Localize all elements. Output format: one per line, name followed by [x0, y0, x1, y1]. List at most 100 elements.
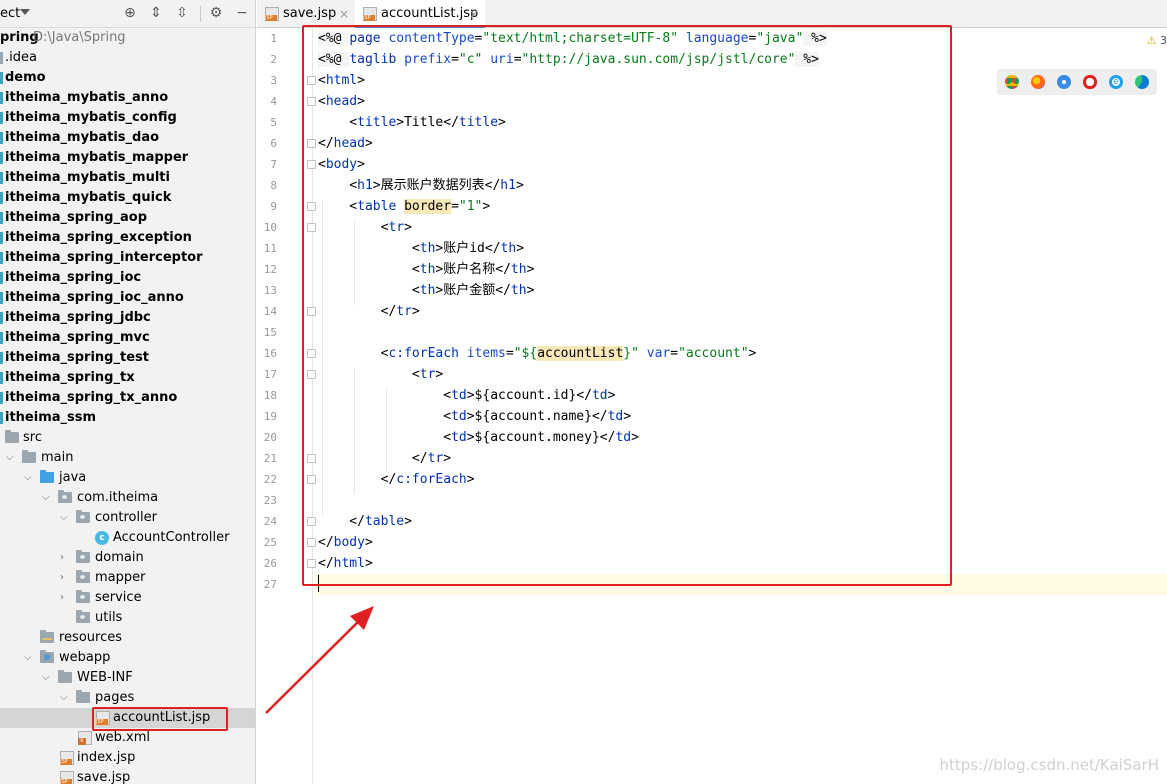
close-icon[interactable]: ×	[469, 0, 479, 28]
line-number: 3	[270, 74, 277, 87]
tree-item-domain[interactable]: › domain	[0, 548, 255, 568]
project-title[interactable]: ect	[0, 6, 20, 21]
line-number: 6	[270, 137, 277, 150]
chevron-right-icon[interactable]: ›	[60, 588, 64, 608]
package-icon	[76, 570, 90, 583]
module-icon	[0, 112, 3, 124]
tree-item-webapp[interactable]: ⌵ webapp	[0, 648, 255, 668]
chevron-down-icon[interactable]	[20, 9, 30, 15]
expand-all-icon[interactable]: ⇕	[148, 5, 164, 21]
ie-icon[interactable]: e	[1109, 75, 1123, 89]
annotation-arrow	[265, 606, 374, 714]
tree-item-controller[interactable]: ⌵ controller	[0, 508, 255, 528]
collapse-all-icon[interactable]: ⇳	[174, 5, 190, 21]
tab-save-jsp[interactable]: save.jsp ×	[257, 0, 355, 28]
tree-item-label: itheima_spring_aop	[5, 210, 147, 225]
tree-item-module[interactable]: itheima_spring_mvc	[0, 328, 255, 348]
project-root[interactable]: pring D:\Java\Spring	[0, 28, 255, 48]
class-icon: c	[95, 531, 109, 545]
line-number: 25	[263, 536, 277, 549]
opera-icon[interactable]	[1083, 75, 1097, 89]
tree-item-pages[interactable]: ⌵ pages	[0, 688, 255, 708]
tree-item-module[interactable]: itheima_mybatis_quick	[0, 188, 255, 208]
tree-item-account-controller[interactable]: c AccountController	[0, 528, 255, 548]
tree-item-module[interactable]: itheima_spring_ioc_anno	[0, 288, 255, 308]
tree-item-save-jsp[interactable]: save.jsp	[0, 768, 255, 784]
chevron-down-icon[interactable]: ⌵	[24, 648, 32, 668]
tree-item-module[interactable]: itheima_spring_interceptor	[0, 248, 255, 268]
chevron-right-icon[interactable]: ›	[60, 548, 64, 568]
tree-item-resources[interactable]: resources	[0, 628, 255, 648]
folder-icon	[76, 690, 90, 703]
safari-icon[interactable]	[1057, 75, 1071, 89]
tree-item-java[interactable]: ⌵ java	[0, 468, 255, 488]
tab-account-list-jsp[interactable]: accountList.jsp ×	[355, 0, 485, 28]
chrome-icon[interactable]	[1005, 75, 1019, 89]
line-number: 4	[270, 95, 277, 108]
chevron-down-icon[interactable]: ⌵	[60, 688, 68, 708]
tree-item-main[interactable]: ⌵ main	[0, 448, 255, 468]
tree-item-module[interactable]: itheima_spring_test	[0, 348, 255, 368]
tree-item-utils[interactable]: utils	[0, 608, 255, 628]
module-icon	[0, 152, 3, 164]
line-number: 12	[263, 263, 277, 276]
firefox-icon[interactable]	[1031, 75, 1045, 89]
tree-item-module[interactable]: itheima_spring_tx_anno	[0, 388, 255, 408]
tree-item-module[interactable]: itheima_mybatis_dao	[0, 128, 255, 148]
tree-item-module[interactable]: itheima_mybatis_anno	[0, 88, 255, 108]
tree-item-webinf[interactable]: ⌵ WEB-INF	[0, 668, 255, 688]
watermark: https://blog.csdn.net/KaiSarH	[939, 756, 1159, 774]
tree-item-label: WEB-INF	[77, 670, 133, 685]
chevron-down-icon[interactable]: ⌵	[42, 668, 50, 688]
chevron-right-icon[interactable]: ›	[60, 568, 64, 588]
edge-icon[interactable]	[1135, 75, 1149, 89]
package-icon	[76, 550, 90, 563]
chevron-down-icon[interactable]: ⌵	[24, 468, 32, 488]
tree-item-module[interactable]: itheima_spring_aop	[0, 208, 255, 228]
tree-item-label: save.jsp	[77, 770, 131, 784]
tree-item-label: service	[95, 590, 142, 605]
module-icon	[0, 312, 3, 324]
chevron-down-icon[interactable]: ⌵	[6, 448, 14, 468]
tree-item-label: itheima_spring_test	[5, 350, 149, 365]
tree-item-package[interactable]: ⌵ com.itheima	[0, 488, 255, 508]
minimize-icon[interactable]: −	[234, 5, 250, 21]
tab-label: save.jsp	[283, 6, 337, 21]
tree-item-module[interactable]: .idea	[0, 48, 255, 68]
tree-item-label: mapper	[95, 570, 146, 585]
tree-item-label: utils	[95, 610, 123, 625]
tree-item-module[interactable]: itheima_spring_tx	[0, 368, 255, 388]
chevron-down-icon[interactable]: ⌵	[60, 508, 68, 528]
tree-item-label: pages	[95, 690, 135, 705]
line-number: 1	[270, 32, 277, 45]
tree-item-module[interactable]: itheima_spring_ioc	[0, 268, 255, 288]
locate-icon[interactable]: ⊕	[122, 5, 138, 21]
jsp-file-icon	[60, 751, 74, 765]
tree-item-label: itheima_mybatis_dao	[5, 130, 160, 145]
tree-item-label: itheima_mybatis_quick	[5, 190, 172, 205]
tree-item-module[interactable]: itheima_spring_jdbc	[0, 308, 255, 328]
line-number: 8	[270, 179, 277, 192]
tree-item-service[interactable]: › service	[0, 588, 255, 608]
tree-item-module[interactable]: itheima_spring_exception	[0, 228, 255, 248]
file-highlight-box	[92, 707, 228, 731]
tree-item-index-jsp[interactable]: index.jsp	[0, 748, 255, 768]
tree-item-src[interactable]: src	[0, 428, 255, 448]
tree-item-label: itheima_spring_mvc	[5, 330, 150, 345]
chevron-down-icon[interactable]: ⌵	[42, 488, 50, 508]
tree-item-module[interactable]: itheima_mybatis_config	[0, 108, 255, 128]
warning-indicator[interactable]: ⚠ 3	[1147, 34, 1167, 47]
close-icon[interactable]: ×	[339, 0, 349, 28]
tree-item-label: com.itheima	[77, 490, 159, 505]
tree-item-module[interactable]: itheima_ssm	[0, 408, 255, 428]
module-icon	[0, 212, 3, 224]
module-icon	[0, 392, 3, 404]
tree-item-module[interactable]: itheima_mybatis_mapper	[0, 148, 255, 168]
tree-item-mapper[interactable]: › mapper	[0, 568, 255, 588]
gear-icon[interactable]: ⚙	[208, 5, 224, 21]
tree-item-label: index.jsp	[77, 750, 136, 765]
tree-item-label: domain	[95, 550, 144, 565]
tree-item-web-xml[interactable]: web.xml	[0, 728, 255, 748]
tree-item-module[interactable]: demo	[0, 68, 255, 88]
tree-item-module[interactable]: itheima_mybatis_multi	[0, 168, 255, 188]
